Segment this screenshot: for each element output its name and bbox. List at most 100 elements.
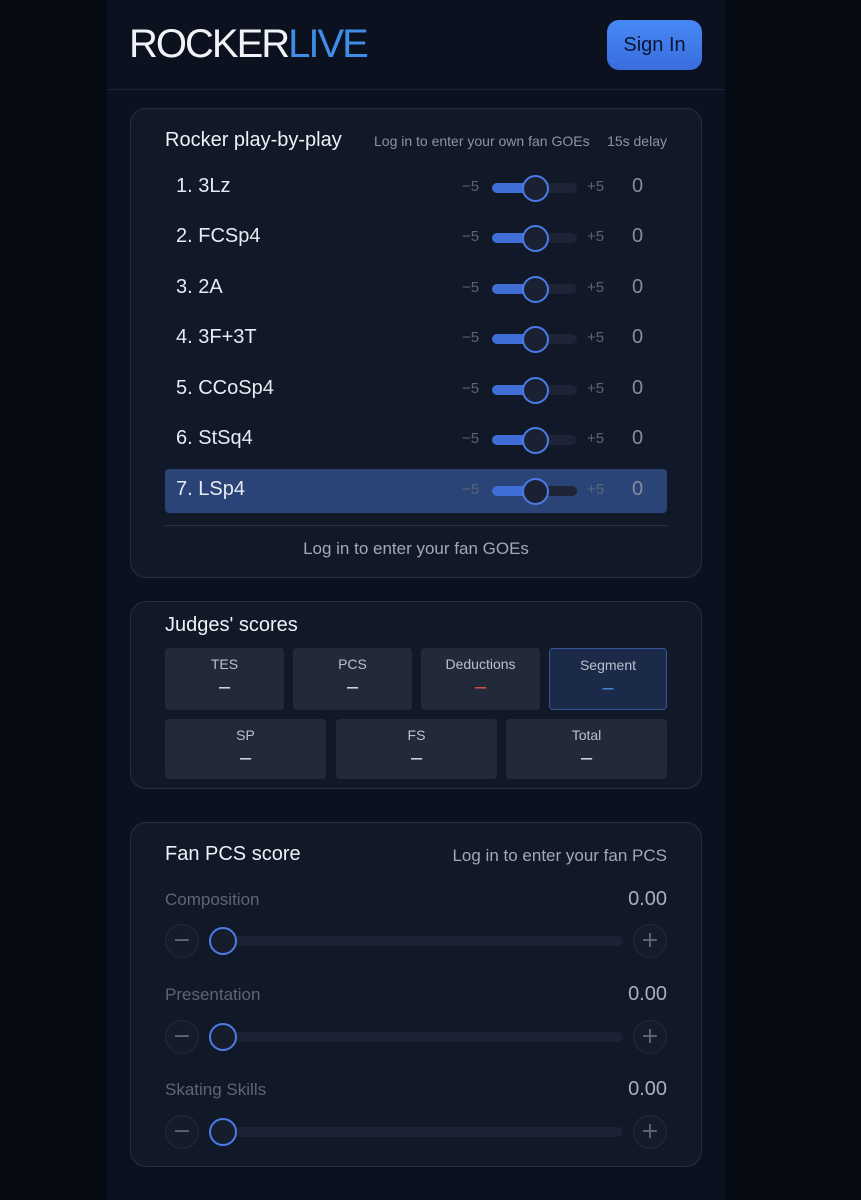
composition-slider-thumb[interactable] bbox=[209, 927, 237, 955]
pcs-label: PCS bbox=[338, 656, 367, 672]
deductions-value: – bbox=[474, 676, 487, 698]
segment-value: – bbox=[602, 677, 614, 699]
skating-skills-slider-thumb[interactable] bbox=[209, 1118, 237, 1146]
login-for-goes-link[interactable]: Log in to enter your fan GOEs bbox=[131, 539, 701, 559]
goe-max-label: +5 bbox=[587, 329, 605, 346]
presentation-label: Presentation bbox=[165, 985, 261, 1004]
header: ROCKERLIVE Sign In bbox=[107, 0, 725, 90]
composition-minus-button[interactable]: − bbox=[165, 924, 199, 958]
goe-max-label: +5 bbox=[587, 380, 605, 397]
goe-slider[interactable] bbox=[492, 326, 577, 353]
play-by-play-card: Rocker play-by-play Log in to enter your… bbox=[130, 108, 702, 578]
presentation-value: 0.00 bbox=[628, 983, 667, 1005]
goe-max-label: +5 bbox=[587, 430, 605, 447]
element-row: 3. 2A −5 +5 0 bbox=[165, 267, 667, 311]
composition-slider[interactable] bbox=[209, 927, 623, 955]
sign-in-button[interactable]: Sign In bbox=[607, 20, 702, 70]
goe-slider-thumb[interactable] bbox=[522, 478, 549, 505]
fan-pcs-login-link[interactable]: Log in to enter your fan PCS bbox=[452, 846, 667, 866]
goe-value: 0 bbox=[632, 276, 644, 298]
deductions-label: Deductions bbox=[445, 656, 516, 672]
element-label: 4. 3F+3T bbox=[176, 326, 257, 348]
segment-box[interactable]: Segment – bbox=[549, 648, 667, 710]
skating-skills-slider[interactable] bbox=[209, 1118, 623, 1146]
fan-pcs-title: Fan PCS score bbox=[165, 843, 301, 865]
goe-min-label: −5 bbox=[462, 178, 480, 195]
goe-max-label: +5 bbox=[587, 178, 605, 195]
logo-live: LIVE bbox=[288, 22, 369, 66]
segment-label: Segment bbox=[579, 657, 637, 673]
total-label: Total bbox=[571, 727, 602, 743]
fs-label: FS bbox=[407, 727, 426, 743]
goe-slider-thumb[interactable] bbox=[522, 276, 549, 303]
presentation-minus-button[interactable]: − bbox=[165, 1020, 199, 1054]
goe-slider[interactable] bbox=[492, 377, 577, 404]
goe-min-label: −5 bbox=[462, 228, 480, 245]
tes-label: TES bbox=[210, 656, 239, 672]
play-by-play-login-hint: Log in to enter your own fan GOEs bbox=[374, 133, 590, 149]
logo[interactable]: ROCKERLIVE bbox=[129, 22, 369, 66]
goe-value: 0 bbox=[632, 478, 644, 500]
goe-slider[interactable] bbox=[492, 478, 577, 505]
composition-value: 0.00 bbox=[628, 888, 667, 910]
judges-scores-card: Judges' scores TES – PCS – Deductions – … bbox=[130, 601, 702, 789]
goe-slider-thumb[interactable] bbox=[522, 377, 549, 404]
element-row: 1. 3Lz −5 +5 0 bbox=[165, 166, 667, 210]
sp-value: – bbox=[239, 747, 252, 769]
judges-scores-title: Judges' scores bbox=[165, 614, 298, 636]
element-label: 7. LSp4 bbox=[176, 478, 245, 500]
goe-min-label: −5 bbox=[462, 279, 480, 296]
goe-slider[interactable] bbox=[492, 225, 577, 252]
goe-value: 0 bbox=[632, 225, 644, 247]
goe-max-label: +5 bbox=[587, 279, 605, 296]
delay-indicator: 15s delay bbox=[607, 133, 667, 149]
skating-skills-plus-button[interactable]: + bbox=[633, 1115, 667, 1149]
goe-min-label: −5 bbox=[462, 430, 480, 447]
element-label: 5. CCoSp4 bbox=[176, 377, 274, 399]
goe-value: 0 bbox=[632, 175, 644, 197]
deductions-box: Deductions – bbox=[421, 648, 540, 710]
presentation-slider[interactable] bbox=[209, 1023, 623, 1051]
composition-plus-button[interactable]: + bbox=[633, 924, 667, 958]
element-label: 6. StSq4 bbox=[176, 427, 253, 449]
goe-slider[interactable] bbox=[492, 175, 577, 202]
goe-slider[interactable] bbox=[492, 276, 577, 303]
element-label: 3. 2A bbox=[176, 276, 223, 298]
tes-box: TES – bbox=[165, 648, 284, 710]
goe-min-label: −5 bbox=[462, 380, 480, 397]
goe-value: 0 bbox=[632, 427, 644, 449]
play-by-play-title: Rocker play-by-play bbox=[165, 129, 342, 151]
logo-rocker: ROCKER bbox=[129, 22, 290, 66]
element-label: 1. 3Lz bbox=[176, 175, 231, 197]
goe-slider-thumb[interactable] bbox=[522, 225, 549, 252]
element-row: 5. CCoSp4 −5 +5 0 bbox=[165, 368, 667, 412]
goe-min-label: −5 bbox=[462, 481, 480, 498]
fs-box[interactable]: FS – bbox=[336, 719, 497, 779]
skating-skills-minus-button[interactable]: − bbox=[165, 1115, 199, 1149]
goe-slider-thumb[interactable] bbox=[522, 326, 549, 353]
presentation-slider-thumb[interactable] bbox=[209, 1023, 237, 1051]
divider bbox=[165, 525, 667, 526]
pcs-box: PCS – bbox=[293, 648, 412, 710]
tes-value: – bbox=[218, 676, 231, 698]
goe-slider[interactable] bbox=[492, 427, 577, 454]
skating-skills-value: 0.00 bbox=[628, 1078, 667, 1100]
goe-max-label: +5 bbox=[587, 481, 605, 498]
element-row: 6. StSq4 −5 +5 0 bbox=[165, 418, 667, 462]
skating-skills-label: Skating Skills bbox=[165, 1080, 267, 1099]
composition-label: Composition bbox=[165, 890, 260, 909]
total-value: – bbox=[580, 747, 593, 769]
pcs-value: – bbox=[346, 676, 359, 698]
presentation-plus-button[interactable]: + bbox=[633, 1020, 667, 1054]
goe-slider-thumb[interactable] bbox=[522, 427, 549, 454]
goe-value: 0 bbox=[632, 377, 644, 399]
element-row: 4. 3F+3T −5 +5 0 bbox=[165, 317, 667, 361]
goe-slider-thumb[interactable] bbox=[522, 175, 549, 202]
total-box[interactable]: Total – bbox=[506, 719, 667, 779]
page: ROCKERLIVE Sign In Rocker play-by-play L… bbox=[107, 0, 725, 1200]
fan-pcs-card: Fan PCS score Log in to enter your fan P… bbox=[130, 822, 702, 1167]
element-row-active[interactable]: 7. LSp4 −5 +5 0 bbox=[165, 469, 667, 513]
goe-value: 0 bbox=[632, 326, 644, 348]
sp-box[interactable]: SP – bbox=[165, 719, 326, 779]
sp-label: SP bbox=[236, 727, 255, 743]
